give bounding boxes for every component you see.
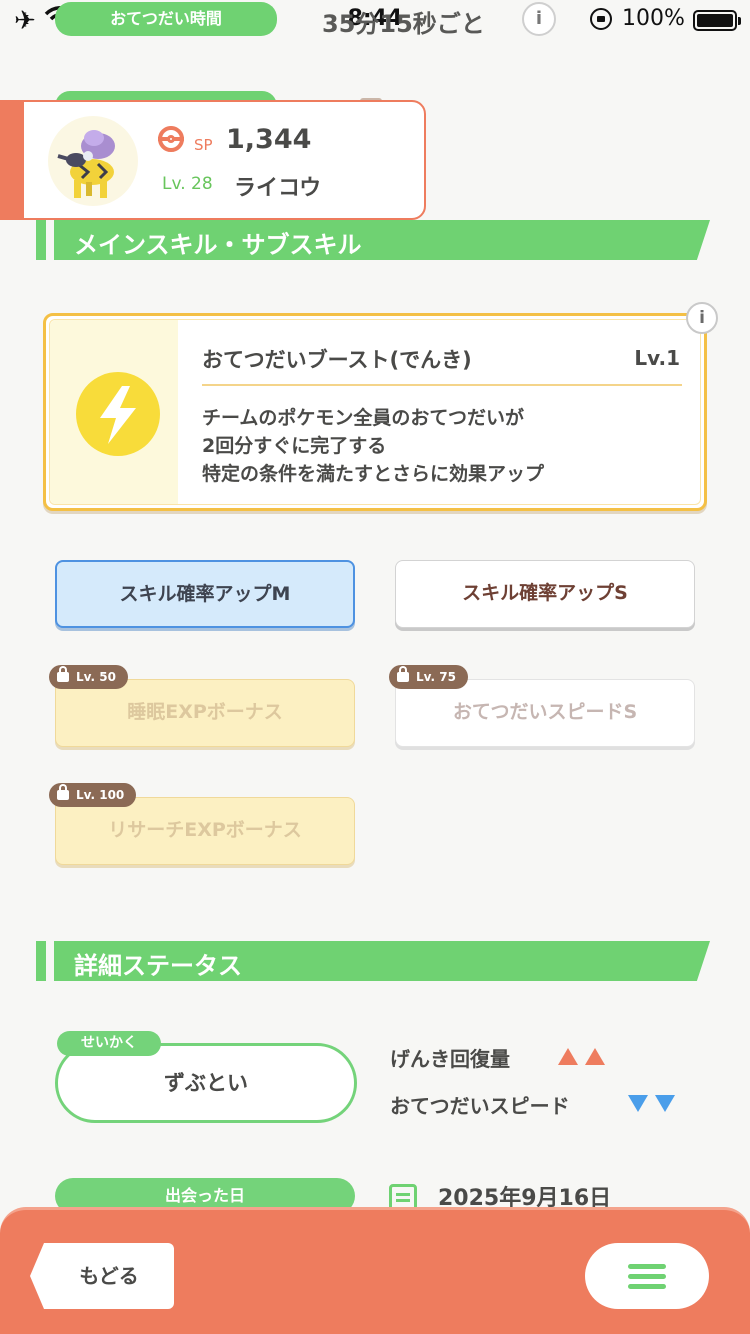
- sub-skill-button[interactable]: スキル確率アップM: [55, 560, 355, 628]
- main-skill-description: チームのポケモン全員のおてつだいが 2回分すぐに完了する 特定の条件を満たすとさ…: [202, 404, 544, 488]
- stat-down-arrow-icon: [655, 1095, 675, 1112]
- sub-skill-button-locked[interactable]: 睡眠EXPボーナス: [55, 679, 355, 747]
- raikou-sprite-icon: [57, 130, 115, 198]
- stat-down-arrow-icon: [628, 1095, 648, 1112]
- lock-level-badge: Lv. 50: [49, 665, 128, 689]
- battery-percent: 100%: [622, 6, 685, 31]
- pokemon-avatar: [48, 116, 138, 206]
- stat-up-arrow-icon: [585, 1048, 605, 1065]
- sub-skill-button-locked[interactable]: リサーチEXPボーナス: [55, 797, 355, 865]
- lock-icon: [57, 784, 69, 800]
- rotation-lock-icon: [590, 8, 612, 30]
- nature-up-stat: げんき回復量: [390, 1047, 510, 1071]
- section-header-skills: メインスキル・サブスキル: [36, 220, 710, 260]
- bottom-nav-bar: もどる: [0, 1207, 750, 1334]
- skill-description-line: 2回分すぐに完了する: [202, 435, 387, 457]
- section-title-skills: メインスキル・サブスキル: [74, 231, 362, 259]
- back-button[interactable]: もどる: [30, 1243, 174, 1309]
- back-button-label: もどる: [79, 1264, 139, 1288]
- pokemon-summary-card: SP 1,344 Lv. 28 ライコウ: [22, 100, 426, 220]
- main-skill-card[interactable]: おてつだいブースト(でんき) Lv.1 チームのポケモン全員のおてつだいが 2回…: [43, 313, 707, 511]
- skill-info-icon[interactable]: i: [686, 302, 718, 334]
- help-interval-text: 35分15秒ごと: [322, 10, 485, 38]
- stat-up-arrow-icon: [558, 1048, 578, 1065]
- skill-divider: [202, 384, 682, 386]
- nature-down-stat: おてつだいスピード: [390, 1094, 570, 1118]
- unlock-level: Lv. 100: [76, 788, 125, 802]
- skill-description-line: チームのポケモン全員のおてつだいが: [202, 407, 525, 429]
- lock-level-badge: Lv. 100: [49, 783, 137, 807]
- sp-label: SP: [194, 136, 213, 154]
- sub-skill-button[interactable]: スキル確率アップS: [395, 560, 695, 628]
- unlock-level: Lv. 50: [76, 670, 116, 684]
- sub-skill-button-locked[interactable]: おてつだいスピードS: [395, 679, 695, 747]
- pokemon-name: ライコウ: [234, 176, 322, 201]
- unlock-level: Lv. 75: [416, 670, 456, 684]
- help-time-label: おてつだい時間: [55, 2, 277, 36]
- menu-button[interactable]: [585, 1243, 709, 1309]
- nature-tag: せいかく: [57, 1031, 161, 1056]
- lock-icon: [57, 666, 69, 682]
- battery-icon: [693, 10, 741, 31]
- main-skill-name: おてつだいブースト(でんき): [202, 348, 472, 372]
- lightning-icon: [76, 372, 160, 456]
- section-title-details: 詳細ステータス: [74, 952, 242, 980]
- lock-level-badge: Lv. 75: [389, 665, 468, 689]
- skill-description-line: 特定の条件を満たすとさらに効果アップ: [202, 463, 545, 485]
- pokeball-icon: [158, 126, 184, 152]
- lock-icon: [397, 666, 409, 682]
- sp-value: 1,344: [226, 124, 312, 155]
- help-info-icon[interactable]: i: [522, 2, 556, 36]
- section-header-details: 詳細ステータス: [36, 941, 710, 981]
- pokemon-level: Lv. 28: [162, 174, 213, 194]
- main-skill-level: Lv.1: [634, 346, 680, 370]
- skill-icon-panel: [50, 320, 178, 504]
